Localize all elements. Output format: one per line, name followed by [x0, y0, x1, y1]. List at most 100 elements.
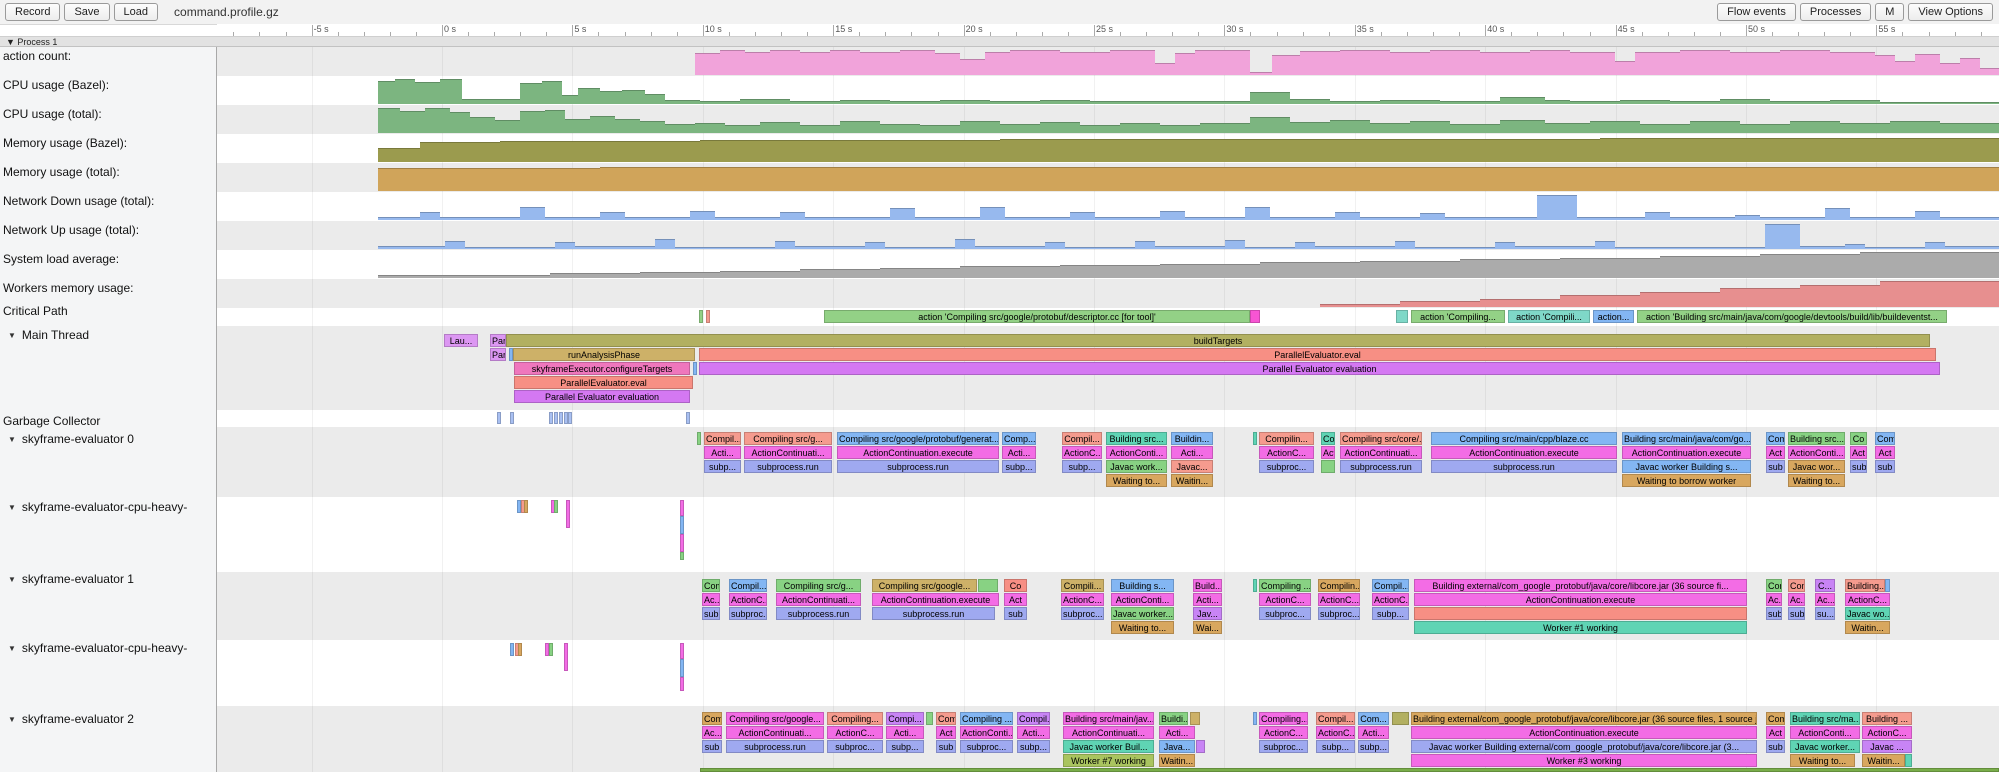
- slice-sliver[interactable]: [680, 500, 684, 516]
- slice[interactable]: ActionConti...: [960, 726, 1013, 739]
- slice[interactable]: subproc...: [1259, 607, 1311, 620]
- slice[interactable]: subp...: [1358, 740, 1389, 753]
- slice[interactable]: sub: [1766, 460, 1785, 473]
- slice[interactable]: Building src...: [1788, 432, 1845, 445]
- slice[interactable]: Waitin...: [1845, 621, 1890, 634]
- slice[interactable]: sub: [936, 740, 956, 753]
- slice[interactable]: ActionC...: [827, 726, 883, 739]
- collapse-arrow-icon[interactable]: ▼: [8, 435, 16, 444]
- slice[interactable]: Act: [1875, 446, 1895, 459]
- slice[interactable]: C...: [1815, 579, 1835, 592]
- slice-sliver[interactable]: [554, 500, 558, 513]
- slice[interactable]: Javac worker...: [1790, 740, 1860, 753]
- collapse-arrow-icon[interactable]: ▼: [8, 715, 16, 724]
- slice[interactable]: subprocess.run: [837, 460, 999, 473]
- slice[interactable]: sub: [1004, 607, 1027, 620]
- slice-sliver[interactable]: [1253, 432, 1257, 445]
- slice[interactable]: ActionConti...: [1111, 593, 1174, 606]
- slice-sliver[interactable]: [1253, 579, 1257, 592]
- slice[interactable]: subp...: [886, 740, 924, 753]
- slice-sliver[interactable]: [1905, 754, 1912, 767]
- timeline-ruler[interactable]: -5 s0 s5 s10 s15 s20 s25 s30 s35 s40 s45…: [217, 24, 1999, 36]
- slice[interactable]: ActionContinuation.execute: [1411, 726, 1757, 739]
- slice[interactable]: Co: [1004, 579, 1027, 592]
- slice[interactable]: Java...: [1159, 740, 1195, 753]
- slice[interactable]: ActionC...: [1259, 446, 1314, 459]
- slice[interactable]: Com: [936, 712, 956, 725]
- slice[interactable]: sub: [1766, 607, 1782, 620]
- slice[interactable]: sub: [1788, 607, 1805, 620]
- slice-sliver[interactable]: [1196, 740, 1205, 753]
- slice[interactable]: action 'Compiling...: [1411, 310, 1505, 323]
- slice[interactable]: Javac worker Building s...: [1622, 460, 1751, 473]
- slice[interactable]: Compiling src/g...: [776, 579, 861, 592]
- slice[interactable]: Com: [1766, 712, 1785, 725]
- slice-sliver[interactable]: [510, 412, 514, 424]
- slice-sliver[interactable]: [1885, 579, 1890, 592]
- slice-sliver[interactable]: [1392, 712, 1409, 725]
- slice[interactable]: subprocess.run: [776, 607, 861, 620]
- slice[interactable]: su...: [1815, 607, 1835, 620]
- collapse-arrow-icon[interactable]: ▼: [8, 503, 16, 512]
- slice[interactable]: subproc...: [827, 740, 883, 753]
- slice[interactable]: Compil...: [704, 432, 741, 445]
- slice[interactable]: Javac ...: [1862, 740, 1912, 753]
- slice[interactable]: Building src/main/jav...: [1063, 712, 1154, 725]
- collapse-arrow-icon[interactable]: ▼: [8, 575, 16, 584]
- slice[interactable]: Acti...: [886, 726, 924, 739]
- slice[interactable]: Waitin...: [1171, 474, 1213, 487]
- slice[interactable]: sub: [702, 607, 720, 620]
- slice[interactable]: ActionContinuation.execute: [1622, 446, 1751, 459]
- slice-sliver[interactable]: [680, 534, 684, 552]
- slice[interactable]: subproc...: [1318, 607, 1360, 620]
- slice[interactable]: Waiting to...: [1106, 474, 1167, 487]
- slice[interactable]: Compil...: [1062, 432, 1102, 445]
- slice-sliver[interactable]: [680, 643, 684, 659]
- track-label-skyframe-evaluator-2[interactable]: ▼skyframe-evaluator 2: [8, 712, 134, 726]
- slice[interactable]: Building src/ma...: [1790, 712, 1860, 725]
- slice[interactable]: subproc...: [1259, 460, 1314, 473]
- slice[interactable]: Act: [1766, 726, 1785, 739]
- slice-sliver[interactable]: [680, 677, 684, 691]
- slice[interactable]: Compil...: [1316, 712, 1355, 725]
- slice[interactable]: action 'Compili...: [1508, 310, 1590, 323]
- slice-sliver[interactable]: [693, 362, 697, 375]
- slice-sliver[interactable]: [686, 412, 690, 424]
- slice[interactable]: Compil...: [729, 579, 767, 592]
- slice[interactable]: Compil...: [1017, 712, 1050, 725]
- slice-sliver[interactable]: [549, 412, 553, 424]
- slice[interactable]: Act: [1850, 446, 1867, 459]
- processes-button[interactable]: Processes: [1800, 3, 1871, 21]
- slice[interactable]: ActionC...: [1062, 446, 1102, 459]
- slice[interactable]: subprocess.run: [1340, 460, 1422, 473]
- slice[interactable]: ActionConti...: [1106, 446, 1167, 459]
- slice-sliver[interactable]: [554, 412, 558, 424]
- slice-sliver[interactable]: [568, 412, 572, 424]
- slice[interactable]: Building external/com_google_protobuf/ja…: [1411, 712, 1757, 725]
- slice[interactable]: Waiting to...: [1788, 474, 1845, 487]
- track-label-skyframe-evaluator-0[interactable]: ▼skyframe-evaluator 0: [8, 432, 134, 446]
- slice-sliver[interactable]: [1190, 712, 1200, 725]
- track-label-skyframe-evaluator-1[interactable]: ▼skyframe-evaluator 1: [8, 572, 134, 586]
- slice-sliver[interactable]: [706, 310, 710, 323]
- slice[interactable]: Waiting to...: [1111, 621, 1174, 634]
- slice[interactable]: Ac...: [1788, 593, 1805, 606]
- slice-sliver[interactable]: [566, 500, 570, 528]
- slice[interactable]: ActionC...: [1061, 593, 1104, 606]
- slice[interactable]: action 'Compiling src/google/protobuf/de…: [824, 310, 1250, 323]
- slice[interactable]: Compi...: [886, 712, 924, 725]
- track-label-skyframe-evaluator-cpu-heavy-[interactable]: ▼skyframe-evaluator-cpu-heavy-: [8, 500, 187, 514]
- slice[interactable]: Building src/main/java/com/go...: [1622, 432, 1751, 445]
- slice[interactable]: ActionContinuati...: [744, 446, 832, 459]
- slice-sliver[interactable]: [699, 310, 703, 323]
- slice[interactable]: subproc...: [1259, 740, 1308, 753]
- slice[interactable]: Com: [1788, 579, 1805, 592]
- slice[interactable]: Ac...: [702, 726, 722, 739]
- slice[interactable]: Ac...: [1766, 593, 1782, 606]
- slice[interactable]: Javac work...: [1106, 460, 1167, 473]
- slice[interactable]: action...: [1593, 310, 1634, 323]
- view-options-button[interactable]: View Options: [1908, 3, 1993, 21]
- slice-sliver[interactable]: [1250, 310, 1260, 323]
- slice[interactable]: ActionContinuati...: [726, 726, 824, 739]
- slice[interactable]: Compiling src/google...: [872, 579, 977, 592]
